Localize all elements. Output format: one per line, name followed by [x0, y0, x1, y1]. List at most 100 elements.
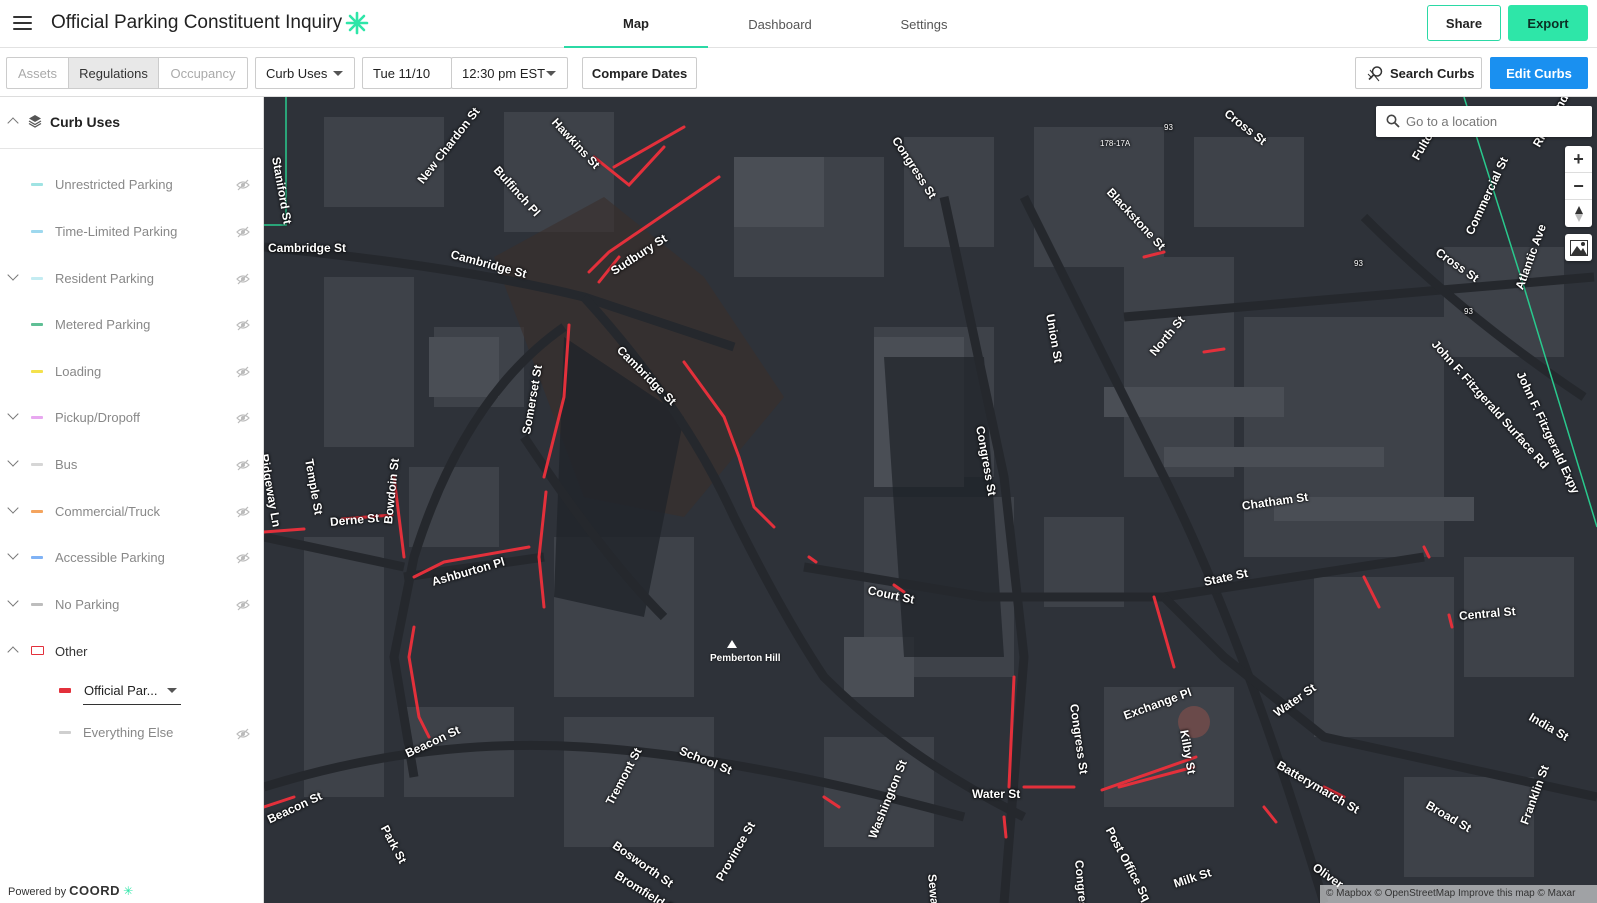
eye-hidden-icon[interactable] [236, 728, 250, 740]
route-shield: 93 [1464, 307, 1473, 316]
search-curbs-label: Search Curbs [1390, 65, 1475, 81]
layer-select[interactable]: Curb Uses [255, 57, 355, 89]
street-label: Water St [972, 787, 1021, 801]
category-label: No Parking [55, 597, 120, 612]
category-accessible-parking[interactable]: Accessible Parking [0, 546, 263, 570]
date-picker[interactable]: Tue 11/10 [362, 57, 452, 89]
coord-logo-icon: ✳ [123, 884, 134, 898]
category-other[interactable]: Other [0, 640, 263, 664]
compass-icon [1574, 205, 1583, 222]
category-label: Time-Limited Parking [55, 224, 178, 239]
zoom-out-button[interactable]: − [1565, 173, 1592, 200]
item-label: Everything Else [83, 725, 174, 740]
terrain-icon [1569, 239, 1588, 256]
category-label: Unrestricted Parking [55, 177, 173, 192]
chevron-down-icon[interactable] [7, 408, 19, 420]
category-swatch [31, 416, 43, 419]
eye-hidden-icon[interactable] [236, 459, 250, 471]
category-label: Metered Parking [55, 317, 151, 332]
other-item-official-parking[interactable]: Official Par... [0, 677, 263, 705]
export-button[interactable]: Export [1508, 5, 1588, 41]
chevron-down-icon[interactable] [7, 502, 19, 514]
terrain-toggle-button[interactable] [1565, 234, 1592, 261]
chevron-up-icon[interactable] [7, 117, 19, 129]
category-loading[interactable]: Loading [0, 360, 263, 384]
item-swatch [59, 731, 71, 734]
chevron-down-icon[interactable] [7, 269, 19, 281]
official-parking-select[interactable]: Official Par... [83, 677, 181, 705]
category-metered-parking[interactable]: Metered Parking [0, 313, 263, 337]
chevron-down-icon [167, 688, 177, 693]
eye-hidden-icon[interactable] [236, 273, 250, 285]
tab-settings[interactable]: Settings [852, 0, 996, 48]
zoom-in-button[interactable]: + [1565, 146, 1592, 173]
category-pickup-dropoff[interactable]: Pickup/Dropoff [0, 406, 263, 430]
category-unrestricted-parking[interactable]: Unrestricted Parking [0, 173, 263, 197]
category-swatch [31, 510, 43, 513]
eye-hidden-icon[interactable] [236, 319, 250, 331]
category-swatch [31, 370, 43, 373]
menu-icon[interactable] [13, 16, 32, 30]
category-commercial-truck[interactable]: Commercial/Truck [0, 500, 263, 524]
eye-hidden-icon[interactable] [236, 366, 250, 378]
app-title: Official Parking Constituent Inquiry [51, 12, 343, 33]
eye-hidden-icon[interactable] [236, 552, 250, 564]
eye-hidden-icon[interactable] [236, 412, 250, 424]
powered-by-label: Powered by [8, 886, 67, 898]
map-canvas[interactable]: Hawkins St New Chardon St Bulfinch Pl St… [264, 97, 1597, 903]
category-time-limited-parking[interactable]: Time-Limited Parking [0, 220, 263, 244]
item-swatch [59, 688, 71, 693]
route-shield: 93 [1354, 259, 1363, 268]
tab-dashboard[interactable]: Dashboard [708, 0, 852, 48]
chevron-down-icon [546, 71, 556, 76]
location-search-input[interactable] [1406, 111, 1584, 131]
other-item-everything-else[interactable]: Everything Else [0, 719, 263, 747]
share-button[interactable]: Share [1427, 5, 1501, 41]
street-label: Cambridge St [268, 241, 347, 255]
category-no-parking[interactable]: No Parking [0, 593, 263, 617]
poi-label: Pemberton Hill [710, 653, 781, 664]
view-mode-segmented-control: Assets Regulations Occupancy [6, 57, 248, 89]
edit-curbs-button[interactable]: Edit Curbs [1490, 57, 1588, 89]
location-search[interactable] [1376, 106, 1592, 137]
category-swatch [31, 277, 43, 280]
nav-tabs: Map Dashboard Settings [564, 0, 996, 48]
eye-hidden-icon[interactable] [236, 226, 250, 238]
satellite-basemap [264, 97, 1597, 903]
category-bus[interactable]: Bus [0, 453, 263, 477]
chevron-down-icon[interactable] [7, 595, 19, 607]
eye-hidden-icon[interactable] [236, 599, 250, 611]
zoom-controls: + − [1565, 146, 1592, 227]
category-resident-parking[interactable]: Resident Parking [0, 267, 263, 291]
time-select[interactable]: 12:30 pm EST [451, 57, 568, 89]
segment-occupancy[interactable]: Occupancy [159, 58, 247, 88]
chevron-down-icon[interactable] [7, 455, 19, 467]
category-label: Pickup/Dropoff [55, 410, 141, 425]
layers-icon [28, 115, 42, 128]
compare-dates-button[interactable]: Compare Dates [582, 57, 697, 89]
tab-map[interactable]: Map [564, 0, 708, 48]
category-label: Commercial/Truck [55, 504, 160, 519]
category-swatch [31, 646, 44, 655]
curb-uses-header[interactable]: Curb Uses [0, 97, 263, 149]
summit-icon [727, 640, 737, 648]
segment-regulations[interactable]: Regulations [68, 58, 159, 88]
segment-assets[interactable]: Assets [7, 58, 68, 88]
time-value: 12:30 pm EST [462, 65, 546, 81]
compass-button[interactable] [1565, 200, 1592, 227]
map-attribution[interactable]: © Mapbox © OpenStreetMap Improve this ma… [1320, 885, 1597, 903]
eye-hidden-icon[interactable] [236, 179, 250, 191]
category-label: Accessible Parking [55, 550, 165, 565]
coord-brand: COORD [69, 883, 121, 898]
sidebar-title: Curb Uses [50, 114, 121, 130]
eye-hidden-icon[interactable] [236, 506, 250, 518]
search-curbs-button[interactable]: Search Curbs [1355, 57, 1482, 89]
search-curbs-icon [1367, 66, 1383, 82]
category-label: Other [55, 644, 88, 659]
category-swatch [31, 323, 43, 326]
toolbar: Assets Regulations Occupancy Curb Uses T… [0, 48, 1597, 97]
chevron-up-icon[interactable] [7, 646, 19, 658]
chevron-down-icon[interactable] [7, 548, 19, 560]
category-swatch [31, 230, 43, 233]
coord-logo-icon [345, 11, 369, 35]
